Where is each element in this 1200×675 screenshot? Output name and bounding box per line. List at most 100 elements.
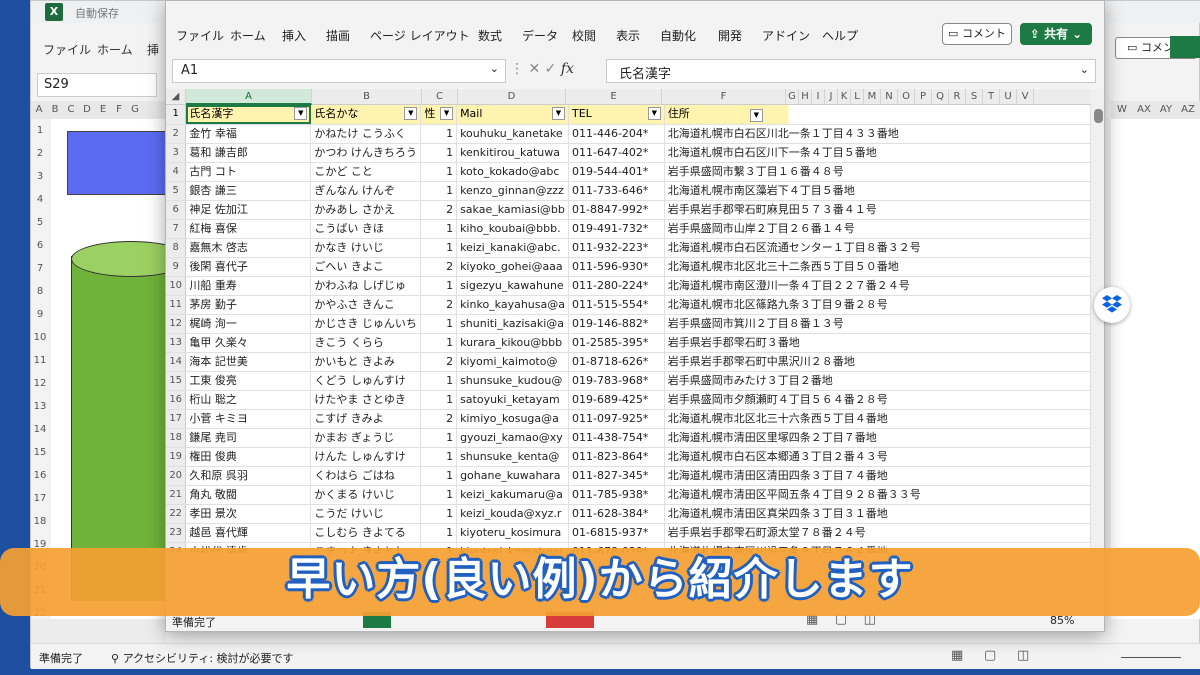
bg-col[interactable]: AX	[1133, 101, 1155, 119]
tel-cell[interactable]: 01-8847-992*	[568, 200, 665, 220]
address-cell[interactable]: 岩手県盛岡市繋３丁目１６番４８号	[664, 162, 1091, 182]
bg-row-number[interactable]: 6	[31, 234, 49, 257]
expand-formula-icon[interactable]: ⌄	[1080, 63, 1089, 76]
bg-row-number[interactable]: 5	[31, 211, 49, 234]
gender-cell[interactable]: 1	[420, 428, 458, 448]
tel-cell[interactable]: 019-491-732*	[568, 219, 665, 239]
name-kana-cell[interactable]: くどう しゅんすけ	[310, 371, 422, 391]
row-number[interactable]: 9	[166, 257, 187, 277]
bg-col[interactable]: E	[95, 101, 111, 119]
column-header-L[interactable]: L	[851, 89, 864, 105]
name-kanji-cell[interactable]: 工東 俊亮	[185, 371, 312, 391]
bg-tab-insert[interactable]: 挿	[147, 41, 159, 58]
name-kanji-cell[interactable]: 古門 コト	[185, 162, 312, 182]
column-header-E[interactable]: E	[566, 89, 662, 105]
address-cell[interactable]: 北海道札幌市清田区清田四条３丁目７４番地	[664, 466, 1091, 486]
gender-cell[interactable]: 1	[420, 181, 458, 201]
formula-input[interactable]: 氏名漢字 ⌄	[606, 59, 1096, 83]
name-kana-cell[interactable]: くわはら ごはね	[310, 466, 422, 486]
tab-data[interactable]: データ	[522, 27, 558, 44]
address-cell[interactable]: 北海道札幌市南区澄川一条４丁目２２７番２４号	[664, 276, 1091, 296]
bg-col[interactable]: G	[127, 101, 143, 119]
bg-view-buttons[interactable]: ▦ ▢ ◫	[951, 648, 1029, 663]
bg-col[interactable]: D	[79, 101, 95, 119]
address-cell[interactable]: 北海道札幌市白石区流通センター１丁目８番３２号	[664, 238, 1091, 258]
bg-col[interactable]: AZ	[1177, 101, 1199, 119]
address-cell[interactable]: 岩手県岩手郡雫石町麻見田５７３番４１号	[664, 200, 1091, 220]
name-kana-cell[interactable]: ごへい きよこ	[310, 257, 422, 277]
tel-cell[interactable]: 011-515-554*	[568, 295, 665, 315]
filter-dropdown-icon[interactable]: ▼	[552, 107, 565, 121]
tab-insert[interactable]: 挿入	[282, 27, 306, 44]
enter-icon[interactable]: ✓	[545, 61, 561, 77]
normal-view-icon[interactable]: ▦	[951, 648, 963, 663]
row-number[interactable]: 4	[166, 162, 187, 182]
name-kana-cell[interactable]: かつわ けんきちろう	[310, 143, 422, 163]
row-number[interactable]: 2	[166, 124, 187, 144]
more-options-icon[interactable]: ⋮	[510, 61, 528, 77]
filter-dropdown-icon[interactable]: ▼	[647, 107, 661, 121]
bg-row-number[interactable]: 2	[31, 142, 49, 165]
mail-cell[interactable]: kiho_koubai@bbb.	[456, 219, 569, 239]
bg-row-number[interactable]: 17	[31, 487, 49, 510]
row-number[interactable]: 16	[166, 390, 187, 410]
bg-sheet-right-area[interactable]	[1111, 119, 1200, 619]
column-header-D[interactable]: D	[458, 89, 566, 105]
row-number[interactable]: 7	[166, 219, 187, 239]
bg-row-number[interactable]: 1	[31, 119, 49, 142]
name-kana-cell[interactable]: かやふさ きんこ	[310, 295, 422, 315]
mail-cell[interactable]: satoyuki_ketayam	[456, 390, 569, 410]
row-number[interactable]: 21	[166, 485, 187, 505]
column-header-V[interactable]: V	[1017, 89, 1034, 105]
name-kanji-cell[interactable]: 桁山 聡之	[185, 390, 312, 410]
filter-dropdown-icon[interactable]: ▼	[749, 109, 763, 123]
name-kana-cell[interactable]: きこう くらら	[310, 333, 422, 353]
bg-row-number[interactable]: 7	[31, 257, 49, 280]
bg-sheet-tabs[interactable]	[31, 619, 166, 643]
gender-cell[interactable]: 1	[420, 238, 458, 258]
row-number[interactable]: 17	[166, 409, 187, 429]
mail-cell[interactable]: keizi_kouda@xyz.r	[456, 504, 569, 524]
tel-cell[interactable]: 019-783-968*	[568, 371, 665, 391]
name-kanji-cell[interactable]: 小菅 キミヨ	[185, 409, 312, 429]
row-number[interactable]: 18	[166, 428, 187, 448]
bg-col[interactable]: F	[111, 101, 127, 119]
tel-cell[interactable]: 011-827-345*	[568, 466, 665, 486]
gender-cell[interactable]: 1	[420, 523, 458, 543]
name-kana-cell[interactable]: けたやま さとゆき	[310, 390, 422, 410]
name-kanji-cell[interactable]: 権田 俊典	[185, 447, 312, 467]
name-kana-cell[interactable]: かなき けいじ	[310, 238, 422, 258]
name-kanji-cell[interactable]: 紅梅 喜保	[185, 219, 312, 239]
tel-cell[interactable]: 019-146-882*	[568, 314, 665, 334]
name-kana-cell[interactable]: かまお ぎょうじ	[310, 428, 422, 448]
tel-cell[interactable]: 011-628-384*	[568, 504, 665, 524]
worksheet-grid[interactable]: ◢ A B C D E F G H I J K L M N O P Q R S …	[166, 89, 1091, 553]
page-break-view-icon[interactable]: ◫	[1017, 648, 1029, 663]
tab-view[interactable]: 表示	[616, 27, 640, 44]
name-kana-cell[interactable]: こかど こと	[310, 162, 422, 182]
column-header-M[interactable]: M	[864, 89, 881, 105]
mail-cell[interactable]: kurara_kikou@bbb	[456, 333, 569, 353]
dropbox-floating-button[interactable]	[1094, 287, 1130, 323]
tab-home[interactable]: ホーム	[230, 27, 266, 44]
column-header-Q[interactable]: Q	[932, 89, 949, 105]
tab-page-layout[interactable]: ページ レイアウト	[370, 27, 470, 44]
tel-cell[interactable]: 011-733-646*	[568, 181, 665, 201]
name-kanji-cell[interactable]: 亀甲 久楽々	[185, 333, 312, 353]
bg-row-number[interactable]: 11	[31, 349, 49, 372]
gender-cell[interactable]: 2	[420, 257, 458, 277]
bg-row-number[interactable]: 18	[31, 510, 49, 533]
header-cell[interactable]: 住所 ▼	[664, 105, 1091, 125]
bg-tab-home[interactable]: ホーム	[97, 41, 133, 58]
bg-col[interactable]: W	[1111, 101, 1133, 119]
column-header-B[interactable]: B	[312, 89, 422, 105]
mail-cell[interactable]: koto_kokado@abc	[456, 162, 569, 182]
bg-col[interactable]: AY	[1155, 101, 1177, 119]
bg-name-box[interactable]: S29	[37, 73, 157, 97]
gender-cell[interactable]: 2	[420, 409, 458, 429]
name-kanji-cell[interactable]: 金竹 幸福	[185, 124, 312, 144]
name-kanji-cell[interactable]: 梶崎 洵一	[185, 314, 312, 334]
bg-row-number[interactable]: 3	[31, 165, 49, 188]
address-cell[interactable]: 岩手県岩手郡雫石町３番地	[664, 333, 1091, 353]
autosave-label[interactable]: 自動保存	[75, 5, 119, 21]
